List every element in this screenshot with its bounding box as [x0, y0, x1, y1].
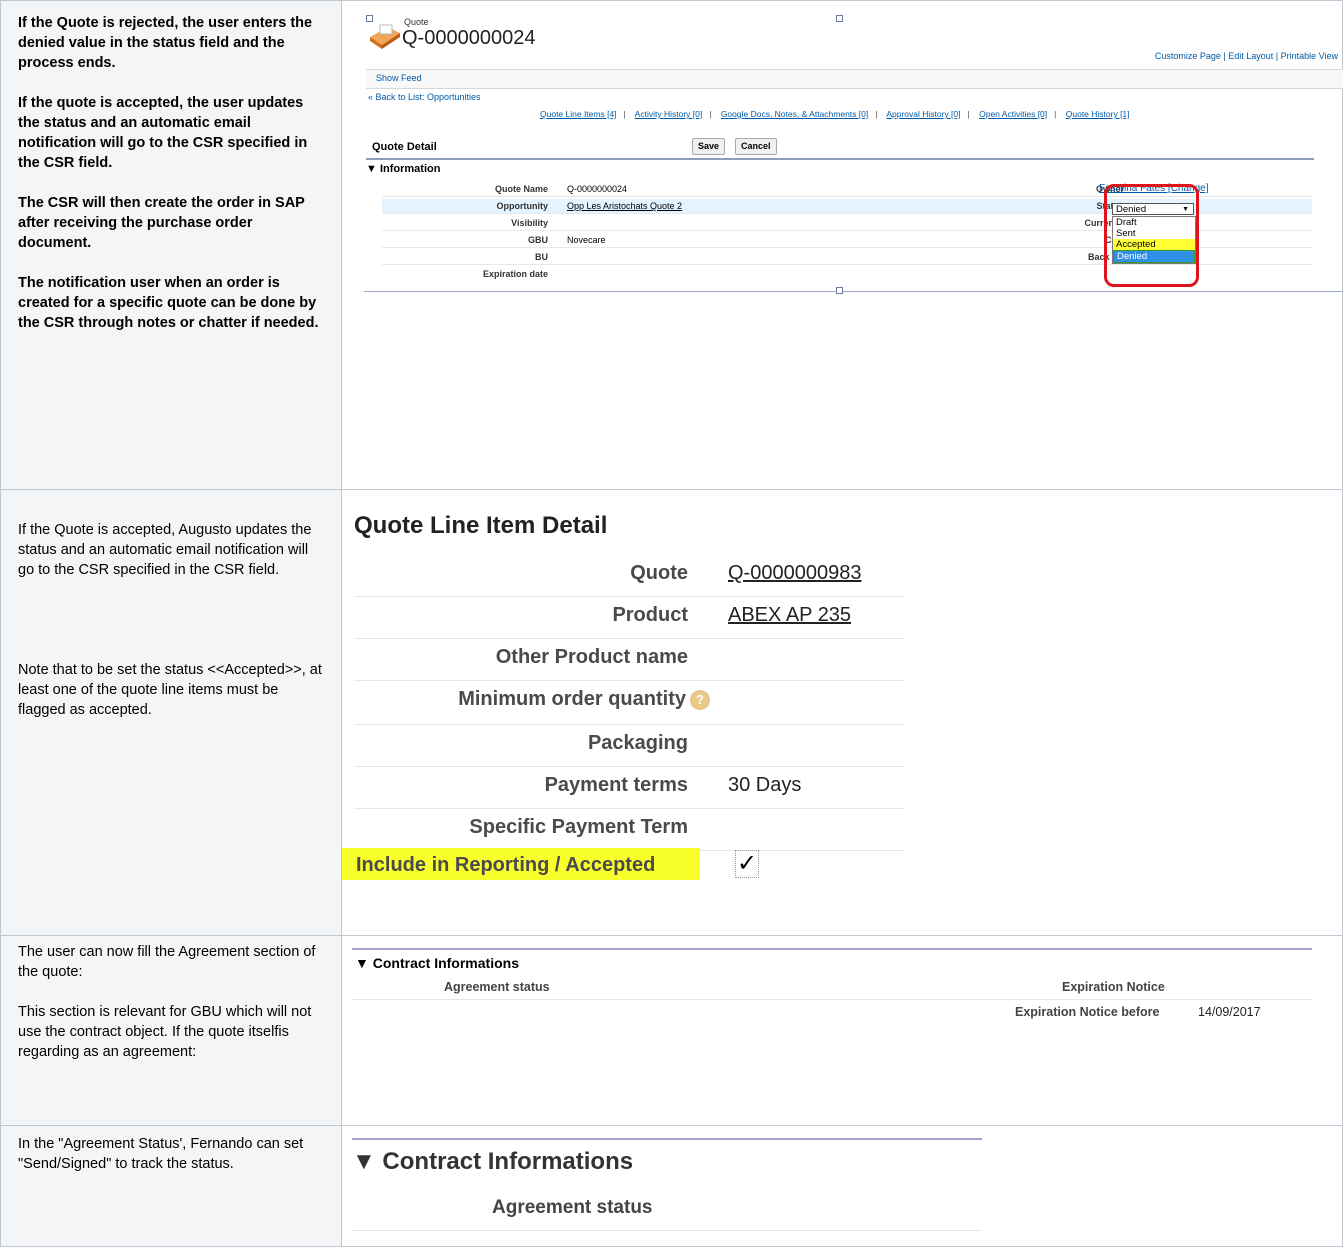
description-cell: If the Quote is rejected, the user enter…: [0, 0, 342, 490]
divider: [352, 1230, 982, 1231]
contract-screenshot-large: ▼ Contract Informations Agreement status: [342, 1126, 1342, 1246]
field-row: Quote Q-0000000983: [354, 554, 904, 597]
record-title: Q-0000000024: [402, 27, 536, 49]
show-feed-link[interactable]: Show Feed: [376, 73, 422, 83]
field-label: Quote: [630, 562, 688, 584]
screenshot-cell: Quote Q-0000000024 Customize Page | Edit…: [341, 0, 1343, 490]
section-divider: [352, 948, 1312, 950]
field-value: Novecare: [567, 235, 606, 245]
quote-screenshot: Quote Q-0000000024 Customize Page | Edit…: [342, 1, 1343, 301]
paragraph: If the Quote is accepted, Augusto update…: [18, 522, 312, 578]
field-label: Packaging: [587, 732, 688, 754]
field-value: 14/09/2017: [1198, 1005, 1261, 1019]
paragraph: If the quote is accepted, the user updat…: [18, 95, 308, 171]
field-label: GBU: [528, 235, 548, 245]
quote-icon: [370, 24, 400, 49]
field-row: Other Product name: [354, 638, 904, 681]
paragraph: This section is relevant for GBU which w…: [18, 1004, 312, 1060]
resize-handle: [366, 15, 373, 22]
highlight-circle: [1104, 184, 1199, 287]
resize-handle: [836, 15, 843, 22]
documentation-table: If the Quote is rejected, the user enter…: [0, 0, 1343, 1247]
cancel-button[interactable]: Cancel: [735, 138, 777, 155]
opportunity-link[interactable]: Opp Les Aristochats Quote 2: [567, 201, 682, 211]
field-label: Quote Name: [494, 184, 548, 194]
page-title: Quote Line Item Detail: [354, 512, 608, 539]
screenshot-cell: ▼ Contract Informations Agreement status: [341, 1125, 1343, 1247]
description-cell: If the Quote is accepted, Augusto update…: [0, 489, 342, 936]
field-label-wrap: Minimum order quantity?: [458, 688, 710, 711]
information-section-header[interactable]: ▼ Information: [366, 163, 440, 175]
field-label: Expiration Notice: [1062, 980, 1165, 994]
table-row: If the Quote is accepted, Augusto update…: [0, 489, 1343, 936]
field-label: Visibility: [511, 218, 548, 228]
related-link[interactable]: Quote Line Items [4]: [540, 109, 617, 119]
detail-header: Quote Detail: [372, 141, 437, 153]
screenshot-cell: Quote Line Item Detail Quote Q-000000098…: [341, 489, 1343, 936]
field-label: Agreement status: [492, 1197, 653, 1218]
field-label: Minimum order quantity: [458, 688, 686, 710]
quote-line-item-screenshot: Quote Line Item Detail Quote Q-000000098…: [342, 490, 1342, 935]
paragraph: If the Quote is rejected, the user enter…: [18, 15, 313, 71]
field-label: Payment terms: [544, 774, 688, 796]
field-row: Specific Payment Term: [354, 808, 904, 851]
section-divider: [366, 158, 1314, 160]
paragraph: The user can now fill the Agreement sect…: [18, 944, 316, 980]
field-value: Q-0000000024: [567, 184, 628, 194]
contract-screenshot: ▼ Contract Informations Agreement status…: [342, 936, 1342, 1106]
related-link[interactable]: Approval History [0]: [886, 109, 960, 119]
field-value: 30 Days: [728, 774, 802, 796]
field-label: Specific Payment Term: [469, 816, 688, 838]
field-label: Agreement status: [444, 980, 550, 994]
field-row: Packaging: [354, 724, 904, 767]
related-link[interactable]: Activity History [0]: [635, 109, 703, 119]
field-row: Payment terms 30 Days: [354, 766, 904, 809]
field-row: Minimum order quantity?: [354, 680, 904, 725]
table-row: The user can now fill the Agreement sect…: [0, 935, 1343, 1126]
page-links[interactable]: Customize Page | Edit Layout | Printable…: [1155, 51, 1338, 61]
section-divider: [352, 1138, 982, 1140]
table-row: If the Quote is rejected, the user enter…: [0, 0, 1343, 490]
save-button[interactable]: Save: [692, 138, 726, 155]
field-label: BU: [535, 252, 548, 262]
field-label: Expiration Notice before: [1015, 1005, 1160, 1019]
paragraph: In the "Agreement Status', Fernando can …: [18, 1136, 304, 1172]
related-list-links: Quote Line Items [4] | Activity History […: [540, 109, 1130, 119]
paragraph: The CSR will then create the order in SA…: [18, 195, 305, 251]
contract-section-header[interactable]: ▼ Contract Informations: [355, 955, 519, 971]
related-link[interactable]: Open Activities [0]: [979, 109, 1047, 119]
field-label: Opportunity: [496, 201, 549, 211]
field-row: Product ABEX AP 235: [354, 596, 904, 639]
paragraph: The notification user when an order is c…: [18, 275, 319, 331]
resize-handle: [836, 287, 843, 294]
contract-section-header[interactable]: ▼ Contract Informations: [352, 1148, 633, 1176]
accepted-label: Include in Reporting / Accepted: [356, 854, 656, 876]
field-label: Other Product name: [495, 646, 688, 668]
accepted-checkbox[interactable]: ✓: [735, 850, 759, 878]
record-type-label: Quote: [404, 17, 429, 27]
table-row: In the "Agreement Status', Fernando can …: [0, 1125, 1343, 1247]
divider: [352, 999, 1312, 1000]
back-to-list-link[interactable]: « Back to List: Opportunities: [368, 92, 481, 102]
help-icon[interactable]: ?: [690, 689, 710, 710]
related-link[interactable]: Quote History [1]: [1066, 109, 1130, 119]
quote-link[interactable]: Q-0000000983: [728, 562, 861, 585]
product-link[interactable]: ABEX AP 235: [728, 604, 851, 627]
description-cell: The user can now fill the Agreement sect…: [0, 935, 342, 1126]
paragraph: Note that to be set the status <<Accepte…: [18, 662, 322, 718]
field-label: Product: [612, 604, 688, 626]
description-cell: In the "Agreement Status', Fernando can …: [0, 1125, 342, 1247]
feed-bar: Show Feed: [366, 69, 1343, 89]
screenshot-cell: ▼ Contract Informations Agreement status…: [341, 935, 1343, 1126]
field-label: Expiration date: [482, 269, 548, 279]
related-link[interactable]: Google Docs, Notes, & Attachments [0]: [721, 109, 868, 119]
